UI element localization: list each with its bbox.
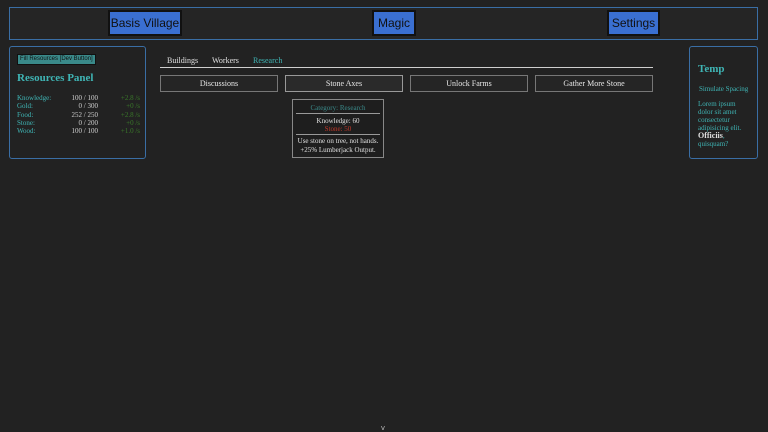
resource-row-food: Food: 252 / 250 +2.8 /s xyxy=(17,111,140,119)
lorem-text: Lorem ipsum dolor sit amet consectetur a… xyxy=(698,100,752,148)
resources-table: Knowledge: 100 / 100 +2.8 /s Gold: 0 / 3… xyxy=(17,94,140,135)
tab-buildings[interactable]: Buildings xyxy=(167,56,198,65)
basis-village-button[interactable]: Basis Village xyxy=(108,10,182,36)
resource-row-wood: Wood: 100 / 100 +1.0 /s xyxy=(17,127,140,135)
fill-resources-dev-button[interactable]: Fill Resources [Dev Button] xyxy=(17,54,96,65)
resource-row-gold: Gold: 0 / 300 +0 /s xyxy=(17,102,140,110)
resource-row-knowledge: Knowledge: 100 / 100 +2.8 /s xyxy=(17,94,140,102)
resource-rate: +0 /s xyxy=(126,118,140,127)
tooltip-desc-line-1: Use stone on tree, not hands. xyxy=(297,137,379,145)
resource-name: Wood: xyxy=(17,127,36,136)
research-discussions-button[interactable]: Discussions xyxy=(160,75,278,92)
resource-rate: +2.8 /s xyxy=(120,94,140,102)
resource-name: Stone: xyxy=(17,118,35,127)
research-stone-axes-button[interactable]: Stone Axes xyxy=(285,75,403,92)
tooltip-knowledge-cost: Knowledge: 60 xyxy=(316,117,360,125)
tooltip-description: Use stone on tree, not hands. +25% Lumbe… xyxy=(293,137,383,154)
tooltip-stone-cost: Stone: 50 xyxy=(324,125,352,133)
resource-value: 252 / 250 xyxy=(71,110,98,119)
resource-name: Food: xyxy=(17,110,34,119)
temp-panel-title: Temp xyxy=(698,63,725,75)
tooltip-divider xyxy=(296,113,380,114)
resources-panel-title: Resources Panel xyxy=(17,72,94,84)
resource-row-stone: Stone: 0 / 200 +0 /s xyxy=(17,119,140,127)
temp-panel: Temp Simulate Spacing Lorem ipsum dolor … xyxy=(689,46,758,159)
resource-rate: +1.0 /s xyxy=(120,127,140,136)
magic-button[interactable]: Magic xyxy=(372,10,416,36)
tab-workers[interactable]: Workers xyxy=(212,56,239,65)
resource-value: 100 / 100 xyxy=(71,127,98,136)
resource-value: 0 / 200 xyxy=(78,118,98,127)
resource-value: 100 / 100 xyxy=(71,94,98,102)
lorem-body: Lorem ipsum dolor sit amet consectetur a… xyxy=(698,100,742,132)
top-nav-bar: Basis Village Magic Settings xyxy=(9,7,758,40)
resource-rate: +0 /s xyxy=(126,102,140,111)
research-tooltip: Category: Research Knowledge: 60 Stone: … xyxy=(292,99,384,158)
tab-research[interactable]: Research xyxy=(253,56,282,65)
resource-value: 0 / 300 xyxy=(78,102,98,111)
main-tabs: Buildings Workers Research xyxy=(160,55,653,68)
settings-button[interactable]: Settings xyxy=(607,10,660,36)
chevron-down-icon[interactable]: v xyxy=(379,424,387,432)
resource-rate: +2.8 /s xyxy=(120,110,140,119)
officiis-text: Officiis xyxy=(698,131,723,140)
resources-panel: Fill Resources [Dev Button] Resources Pa… xyxy=(9,46,146,159)
tooltip-category: Category: Research xyxy=(310,104,366,112)
resource-name: Gold: xyxy=(17,102,33,111)
tooltip-desc-line-2: +25% Lumberjack Output. xyxy=(300,145,376,154)
simulate-spacing-text: Simulate Spacing xyxy=(699,85,749,93)
research-gather-more-stone-button[interactable]: Gather More Stone xyxy=(535,75,653,92)
tooltip-divider xyxy=(296,134,380,135)
resource-name: Knowledge: xyxy=(17,94,52,102)
research-unlock-farms-button[interactable]: Unlock Farms xyxy=(410,75,528,92)
